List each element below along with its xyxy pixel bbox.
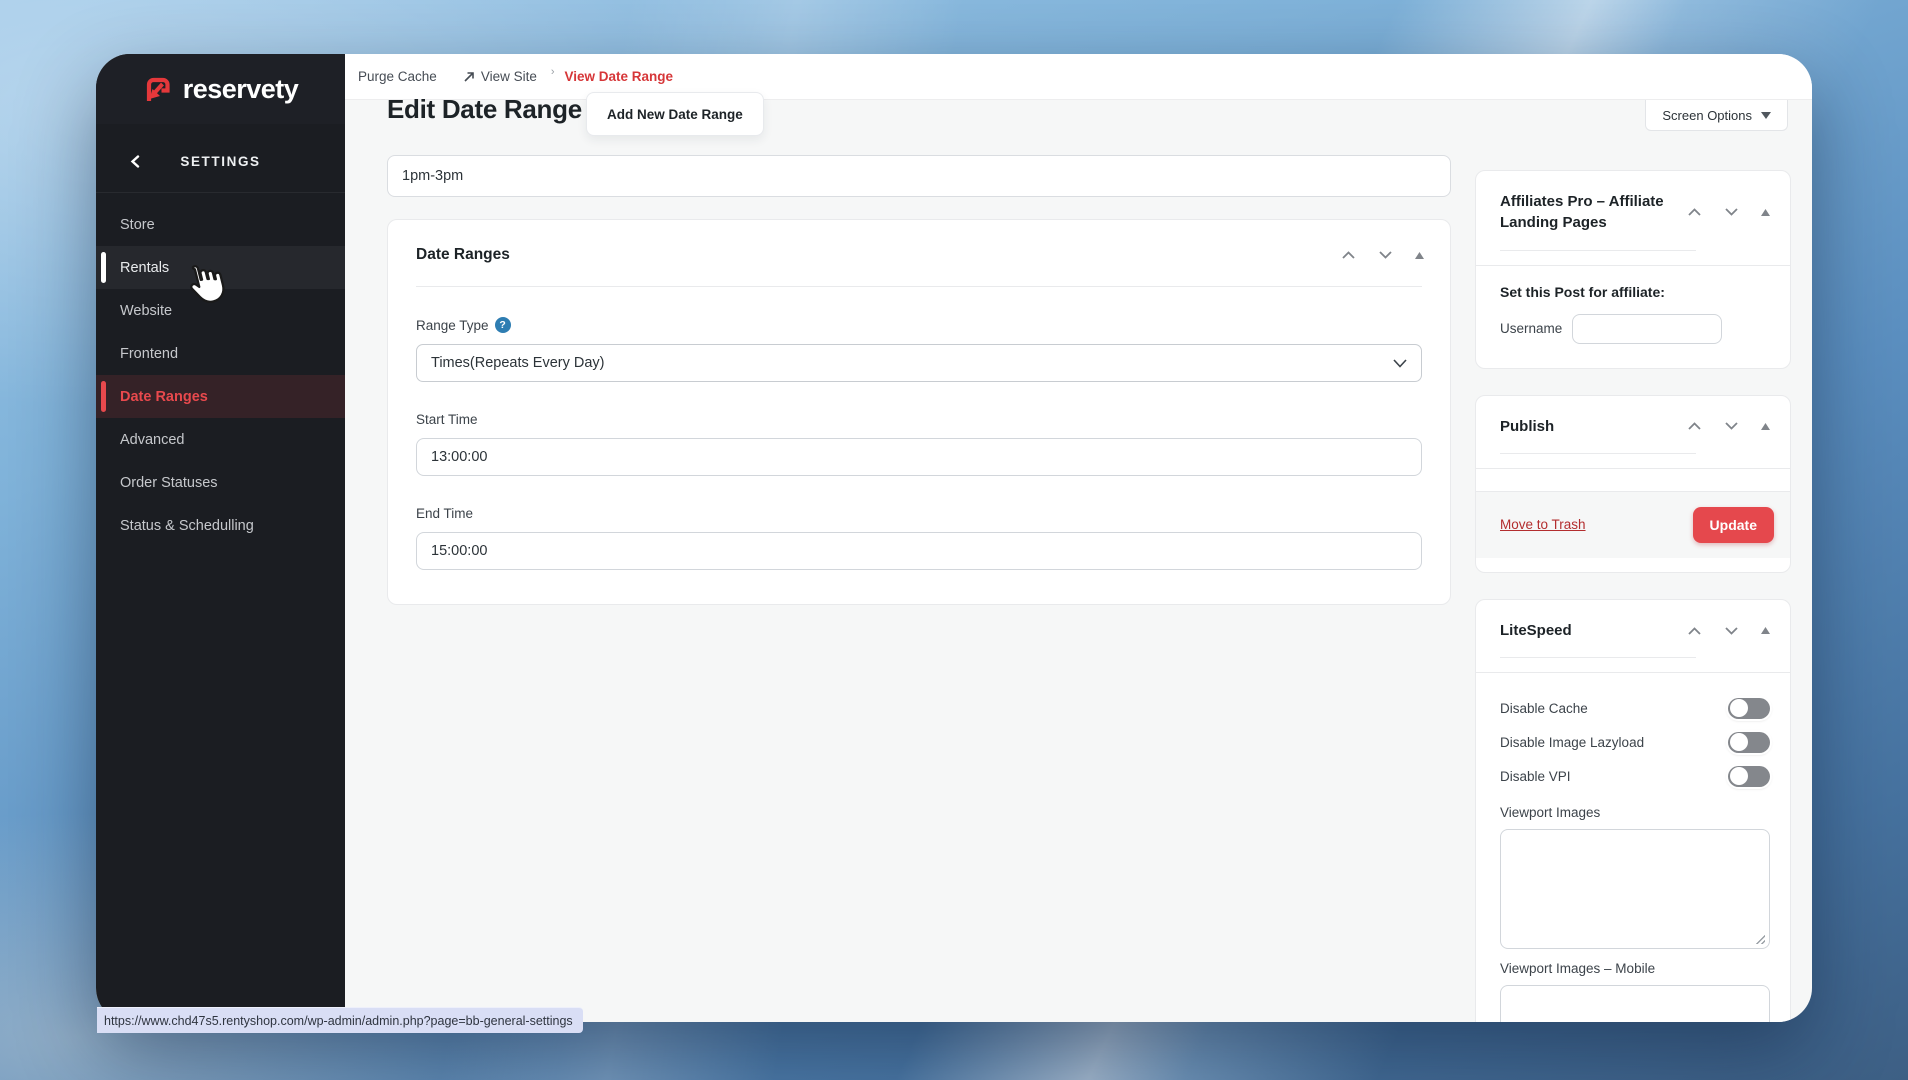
help-icon[interactable] (495, 317, 511, 333)
panel-title: Affiliates Pro – Affiliate Landing Pages (1500, 191, 1665, 234)
affiliates-panel: Affiliates Pro – Affiliate Landing Pages… (1475, 170, 1791, 369)
panel-title: LiteSpeed (1500, 620, 1572, 641)
settings-label: SETTINGS (180, 154, 260, 169)
breadcrumb-separator: › (551, 66, 555, 78)
disable-vpi-toggle[interactable] (1728, 766, 1770, 787)
external-link-icon (463, 71, 475, 83)
divider (1500, 453, 1696, 454)
viewport-images-mobile-field (1500, 985, 1770, 1022)
move-down-icon[interactable] (1724, 626, 1739, 636)
litespeed-panel: LiteSpeed Disable Cache Disable Image La… (1475, 599, 1791, 1022)
sidebar-item-date-ranges[interactable]: Date Ranges (96, 375, 345, 418)
disable-vpi-label: Disable VPI (1500, 769, 1571, 784)
reservety-logo-icon (143, 74, 173, 104)
purge-cache-link[interactable]: Purge Cache (358, 69, 437, 84)
settings-menu: Store Rentals Website Frontend Date Rang… (96, 192, 345, 547)
divider (1500, 250, 1696, 251)
toggle-knob (1730, 699, 1748, 717)
viewport-images-mobile-label: Viewport Images – Mobile (1500, 961, 1770, 976)
main-area: Purge Cache View Site › View Date Range … (345, 54, 1812, 1022)
panel-controls (1687, 421, 1770, 431)
move-down-icon[interactable] (1724, 207, 1739, 217)
viewport-images-mobile-textarea[interactable] (1500, 985, 1770, 1022)
move-down-icon[interactable] (1724, 421, 1739, 431)
toggle-knob (1730, 767, 1748, 785)
move-down-icon[interactable] (1378, 250, 1393, 260)
browser-window: reservety SETTINGS Store Rentals Website… (96, 54, 1812, 1022)
panel-controls (1687, 626, 1770, 636)
end-time-label: End Time (416, 506, 473, 521)
sidebar-item-order-statuses[interactable]: Order Statuses (96, 461, 345, 504)
link-preview-statusbar: https://www.chd47s5.rentyshop.com/wp-adm… (97, 1007, 583, 1033)
collapse-toggle-icon[interactable] (1415, 252, 1424, 259)
panel-title: Date Ranges (416, 246, 510, 264)
hover-indicator-bar (101, 252, 106, 283)
range-type-select[interactable]: Times(Repeats Every Day) (416, 344, 1422, 382)
panel-controls (1687, 207, 1770, 217)
plugin-sidebar: reservety SETTINGS Store Rentals Website… (96, 54, 345, 1022)
sidebar-item-status-scheduling[interactable]: Status & Schedulling (96, 504, 345, 547)
collapse-toggle-icon[interactable] (1761, 627, 1770, 634)
sidebar-item-frontend[interactable]: Frontend (96, 332, 345, 375)
move-up-icon[interactable] (1687, 207, 1702, 217)
brand-name: reservety (183, 74, 299, 105)
username-label: Username (1500, 321, 1562, 336)
divider (1500, 657, 1696, 658)
meta-boxes-column: Affiliates Pro – Affiliate Landing Pages… (1475, 170, 1791, 1022)
screen-options-button[interactable]: Screen Options (1645, 100, 1788, 131)
post-title-input[interactable] (387, 155, 1451, 197)
toggle-knob (1730, 733, 1748, 751)
affiliate-username-input[interactable] (1572, 314, 1722, 344)
end-time-input[interactable] (416, 532, 1422, 570)
disable-image-lazyload-toggle[interactable] (1728, 732, 1770, 753)
page-title: Edit Date Range (387, 94, 582, 125)
start-time-label: Start Time (416, 412, 478, 427)
view-date-range-link[interactable]: View Date Range (565, 69, 674, 84)
move-up-icon[interactable] (1687, 421, 1702, 431)
date-ranges-panel: Date Ranges Range Type (387, 219, 1451, 605)
move-up-icon[interactable] (1341, 250, 1356, 260)
chevron-down-icon (1761, 112, 1771, 119)
add-new-date-range-button[interactable]: Add New Date Range (586, 92, 764, 136)
sidebar-item-store[interactable]: Store (96, 203, 345, 246)
viewport-images-textarea[interactable] (1500, 829, 1770, 949)
collapse-toggle-icon[interactable] (1761, 423, 1770, 430)
sidebar-item-advanced[interactable]: Advanced (96, 418, 345, 461)
select-chevron-icon (1393, 359, 1407, 368)
viewport-images-field (1500, 829, 1770, 949)
update-button[interactable]: Update (1693, 507, 1774, 543)
collapse-toggle-icon[interactable] (1761, 209, 1770, 216)
active-indicator-bar (101, 381, 106, 412)
move-to-trash-link[interactable]: Move to Trash (1500, 517, 1586, 532)
panel-controls (1341, 250, 1424, 260)
editor-column: Date Ranges Range Type (387, 155, 1451, 605)
settings-header[interactable]: SETTINGS (96, 150, 345, 172)
set-post-affiliate-label: Set this Post for affiliate: (1500, 284, 1770, 300)
disable-cache-label: Disable Cache (1500, 701, 1588, 716)
brand: reservety (96, 54, 345, 124)
range-type-label: Range Type (416, 318, 489, 333)
move-up-icon[interactable] (1687, 626, 1702, 636)
collapse-sidebar-icon[interactable] (130, 155, 140, 168)
disable-image-lazyload-label: Disable Image Lazyload (1500, 735, 1644, 750)
publish-panel: Publish Move to Trash Update (1475, 395, 1791, 573)
start-time-input[interactable] (416, 438, 1422, 476)
disable-cache-toggle[interactable] (1728, 698, 1770, 719)
viewport-images-label: Viewport Images (1500, 805, 1770, 820)
view-site-link[interactable]: View Site (463, 69, 537, 84)
panel-title: Publish (1500, 416, 1554, 437)
